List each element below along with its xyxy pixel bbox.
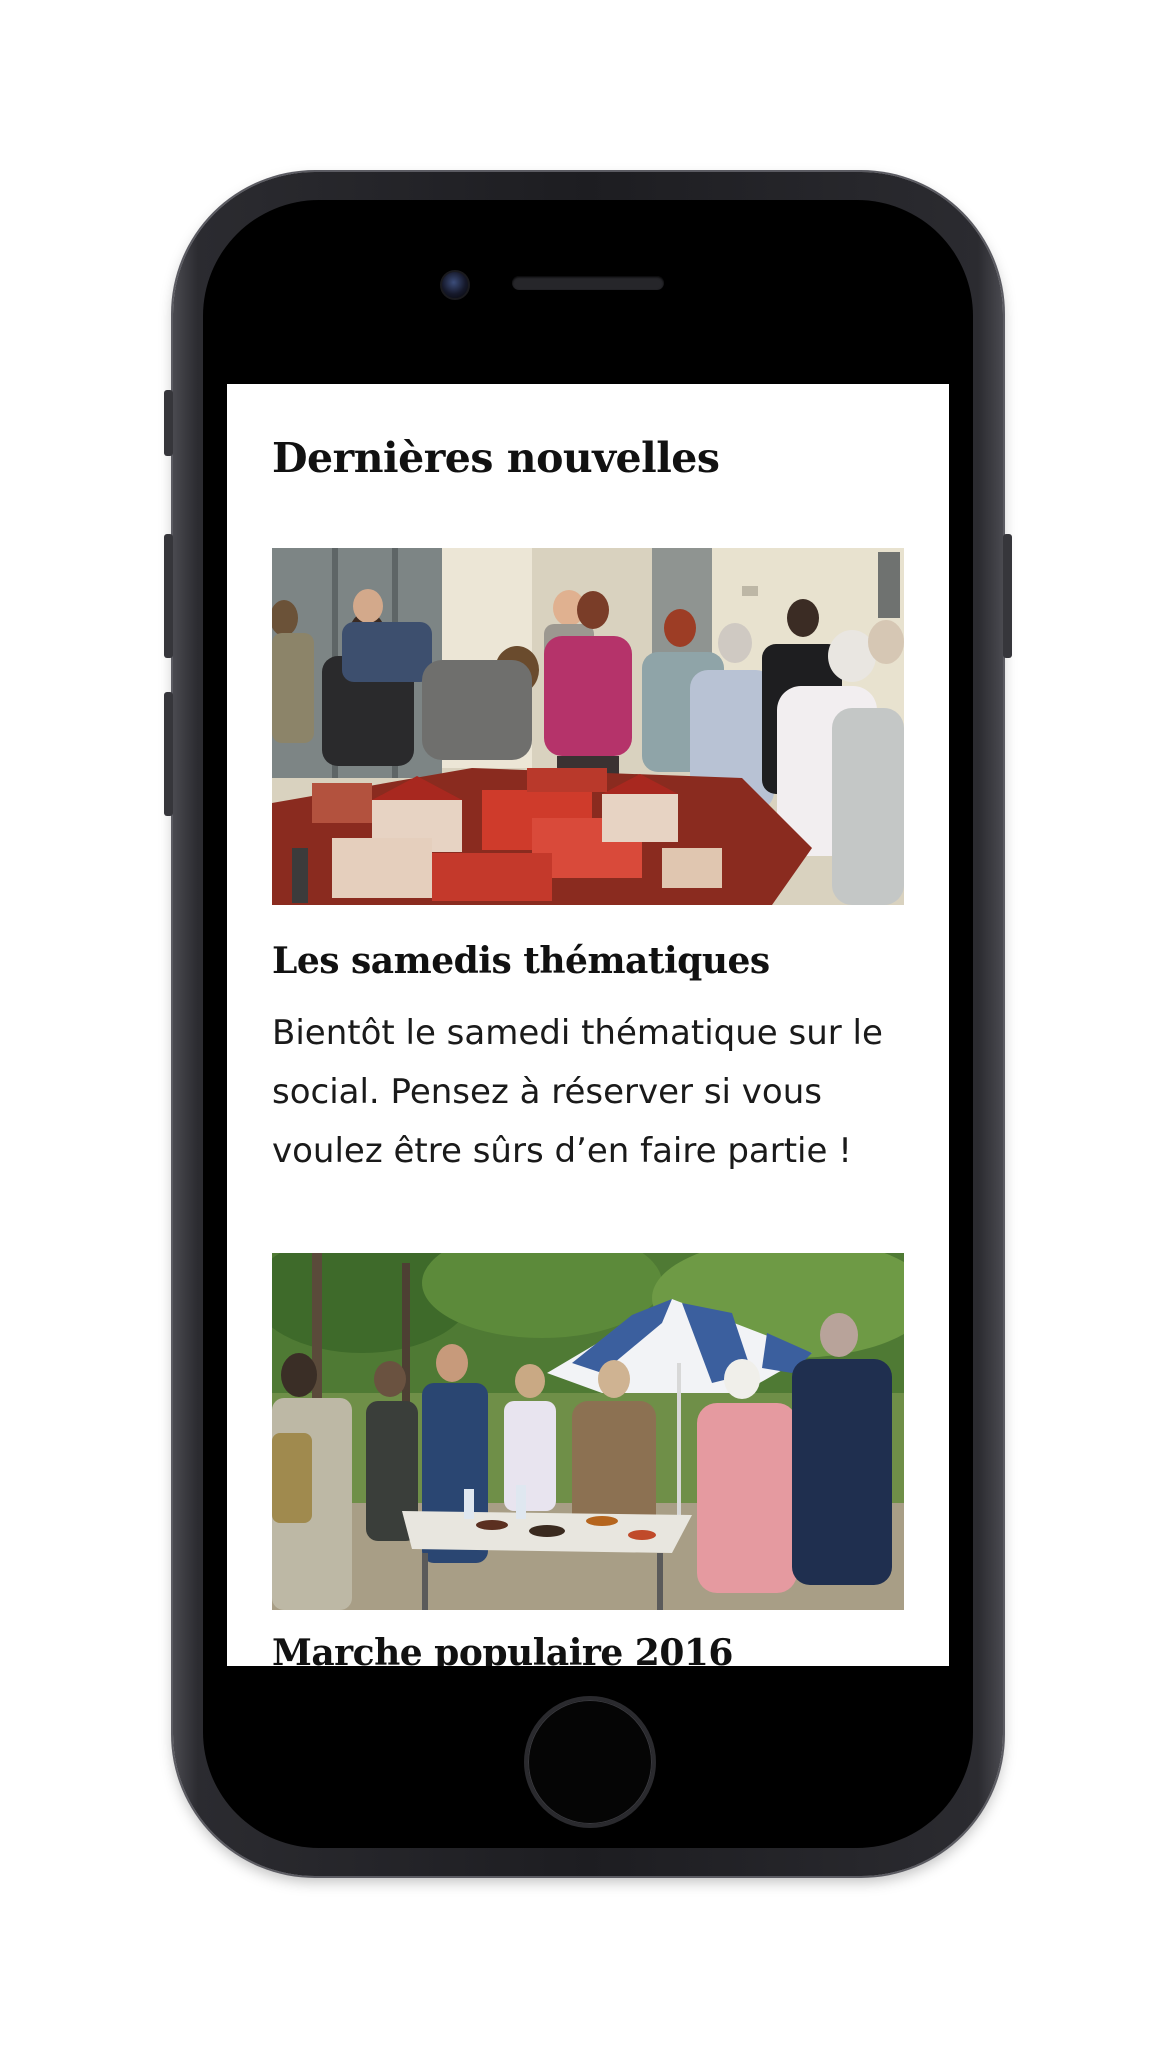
section-title: Dernières nouvelles [272, 434, 720, 482]
phone-screen: Dernières nouvelles Les samedis thématiq… [227, 384, 949, 1666]
post-image-walk-picnic[interactable] [272, 1253, 904, 1610]
front-camera-icon [440, 270, 470, 300]
volume-down-button [164, 692, 173, 816]
volume-up-button [164, 534, 173, 658]
post-title-2[interactable]: Marche populaire 2016 [272, 1632, 733, 1666]
mute-switch [164, 390, 173, 456]
post-title[interactable]: Les samedis thématiques [272, 940, 770, 982]
post-excerpt: Bientôt le samedi thématique sur le soci… [272, 1013, 883, 1171]
post-image-model-visit[interactable] [272, 548, 904, 905]
power-button [1003, 534, 1012, 658]
home-button[interactable] [524, 1696, 656, 1828]
earpiece-speaker [512, 276, 664, 290]
